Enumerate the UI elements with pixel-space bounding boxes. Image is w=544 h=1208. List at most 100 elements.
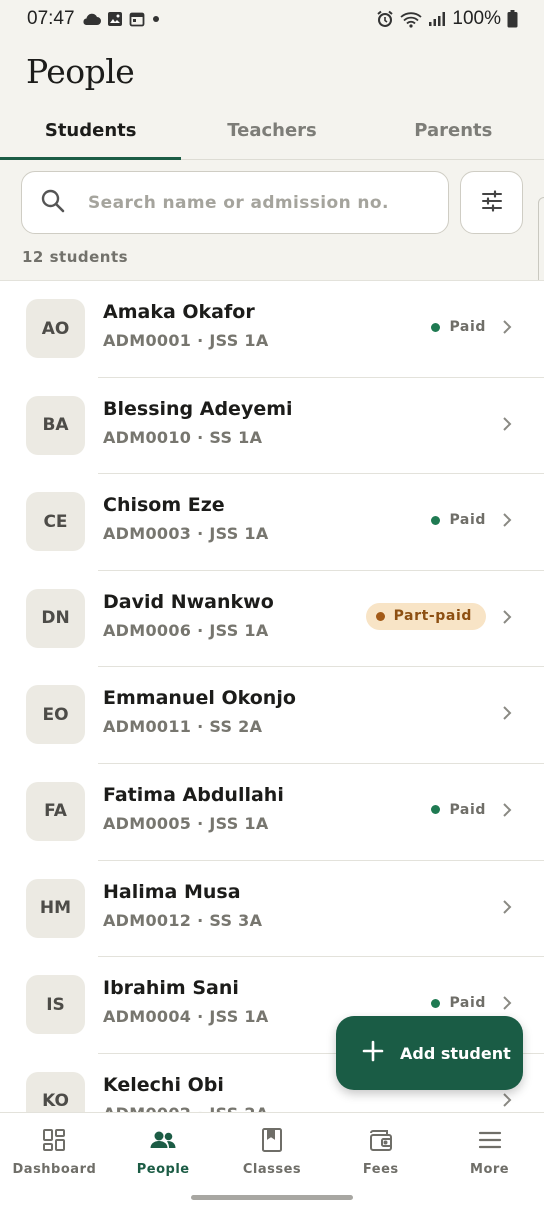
student-admission-class: ADM0011 · SS 2A xyxy=(103,717,263,737)
status-badge: Paid xyxy=(431,802,486,818)
people-tabs: Students Teachers Parents xyxy=(0,104,544,160)
list-item-text: Kelechi Obi ADM0002 · JSS 2A xyxy=(103,1074,269,1112)
student-admission-class: ADM0004 · JSS 1A xyxy=(103,1007,269,1027)
student-name: Blessing Adeyemi xyxy=(103,397,293,420)
avatar: EO xyxy=(26,685,85,745)
search-input[interactable] xyxy=(88,192,418,213)
list-item[interactable]: EO Emmanuel Okonjo ADM0011 · SS 2A xyxy=(0,667,544,764)
student-name: Emmanuel Okonjo xyxy=(103,687,296,710)
nav-label: People xyxy=(136,1162,190,1177)
nav-item-people[interactable]: People xyxy=(109,1113,218,1208)
list-item-text: David Nwankwo ADM0006 · JSS 1A xyxy=(103,591,274,640)
bottom-nav: Dashboard People Classes Fees More xyxy=(0,1112,544,1208)
status-badge: Paid xyxy=(431,512,486,528)
nav-label: Dashboard xyxy=(12,1162,97,1177)
nav-label: Classes xyxy=(242,1162,302,1177)
chevron-right-icon xyxy=(502,705,512,725)
filter-button[interactable] xyxy=(460,171,523,234)
avatar: HM xyxy=(26,878,85,938)
avatar: IS xyxy=(26,975,85,1035)
student-admission-class: ADM0001 · JSS 1A xyxy=(103,331,269,350)
status-right: 100% xyxy=(376,8,518,30)
filter-sliders-icon xyxy=(480,189,504,217)
list-item-text: Ibrahim Sani ADM0004 · JSS 1A xyxy=(103,977,269,1026)
status-badge: Paid xyxy=(431,319,486,335)
tab-parents[interactable]: Parents xyxy=(363,104,544,159)
status-badge: Part-paid xyxy=(365,602,486,630)
home-indicator[interactable] xyxy=(191,1195,353,1200)
status-time: 07:47 xyxy=(27,8,75,29)
add-student-label: Add student xyxy=(400,1043,511,1063)
dashboard-icon xyxy=(41,1127,67,1153)
chevron-right-icon xyxy=(502,995,512,1015)
nav-label: More xyxy=(470,1162,510,1177)
nav-item-fees[interactable]: Fees xyxy=(326,1113,435,1208)
calendar-icon xyxy=(129,11,145,27)
chevron-right-icon xyxy=(502,802,512,822)
student-name: Kelechi Obi xyxy=(103,1073,224,1096)
wifi-icon xyxy=(400,11,422,28)
student-admission-class: ADM0010 · SS 1A xyxy=(103,427,263,447)
search-box[interactable] xyxy=(21,171,449,234)
status-label: Paid xyxy=(449,995,486,1012)
list-item-text: Halima Musa ADM0012 · SS 3A xyxy=(103,881,262,930)
image-icon xyxy=(107,11,123,27)
battery-percent: 100% xyxy=(452,8,501,29)
student-name: Halima Musa xyxy=(103,880,241,903)
list-item[interactable]: DN David Nwankwo ADM0006 · JSS 1A Part-p… xyxy=(0,571,544,668)
avatar: AO xyxy=(26,299,85,358)
alarm-icon xyxy=(376,10,394,28)
list-item[interactable]: BA Blessing Adeyemi ADM0010 · SS 1A xyxy=(0,378,544,475)
nav-item-dashboard[interactable]: Dashboard xyxy=(0,1113,109,1208)
list-item[interactable]: CE Chisom Eze ADM0003 · JSS 1A Paid xyxy=(0,474,544,571)
chevron-right-icon xyxy=(502,899,512,919)
status-label: Paid xyxy=(449,512,486,529)
status-dot-icon xyxy=(431,805,441,815)
student-name: Fatima Abdullahi xyxy=(103,783,284,806)
tab-teachers[interactable]: Teachers xyxy=(181,104,362,159)
status-label: Part-paid xyxy=(393,608,472,625)
list-item[interactable]: HM Halima Musa ADM0012 · SS 3A xyxy=(0,861,544,958)
add-student-button[interactable]: Add student xyxy=(336,1016,523,1090)
cloud-icon xyxy=(81,12,101,26)
student-admission-class: ADM0005 · JSS 1A xyxy=(103,813,269,833)
student-list: AO Amaka Okafor ADM0001 · JSS 1A Paid BA… xyxy=(0,280,544,1112)
student-count: 12 students xyxy=(22,248,129,266)
list-item[interactable]: AO Amaka Okafor ADM0001 · JSS 1A Paid xyxy=(0,281,544,378)
chevron-right-icon xyxy=(502,1092,512,1112)
list-item-text: Chisom Eze ADM0003 · JSS 1A xyxy=(103,494,269,543)
student-admission-class: ADM0002 · JSS 2A xyxy=(103,1104,269,1112)
list-item-text: Amaka Okafor ADM0001 · JSS 1A xyxy=(103,301,269,350)
wallet-icon xyxy=(368,1127,394,1153)
nav-label: Fees xyxy=(362,1162,399,1177)
nav-item-more[interactable]: More xyxy=(435,1113,544,1208)
list-item[interactable]: FA Fatima Abdullahi ADM0005 · JSS 1A Pai… xyxy=(0,764,544,861)
student-name: Ibrahim Sani xyxy=(103,977,239,1000)
chevron-right-icon xyxy=(502,512,512,532)
list-item-text: Fatima Abdullahi ADM0005 · JSS 1A xyxy=(103,784,284,833)
avatar: KO xyxy=(26,1071,85,1112)
status-dot-icon xyxy=(431,515,441,525)
status-dot-icon xyxy=(431,998,441,1008)
avatar: FA xyxy=(26,781,85,841)
chevron-right-icon xyxy=(502,319,512,339)
book-icon xyxy=(260,1127,284,1153)
menu-icon xyxy=(477,1127,503,1153)
list-item-text: Blessing Adeyemi ADM0010 · SS 1A xyxy=(103,398,293,447)
status-bar: 07:47 100% xyxy=(0,0,544,38)
chevron-right-icon xyxy=(502,416,512,436)
student-admission-class: ADM0003 · JSS 1A xyxy=(103,524,269,544)
avatar: CE xyxy=(26,492,85,552)
status-label: Paid xyxy=(449,801,486,818)
status-dot-icon xyxy=(375,611,385,621)
avatar: BA xyxy=(26,395,85,455)
plus-icon xyxy=(362,1040,384,1066)
battery-icon xyxy=(507,10,518,28)
nav-item-classes[interactable]: Classes xyxy=(218,1113,327,1208)
page-title: People xyxy=(26,52,135,91)
people-icon xyxy=(149,1127,177,1153)
tab-students[interactable]: Students xyxy=(0,104,182,160)
chevron-right-icon xyxy=(502,609,512,629)
student-name: Chisom Eze xyxy=(103,494,225,517)
student-name: David Nwankwo xyxy=(103,590,274,613)
